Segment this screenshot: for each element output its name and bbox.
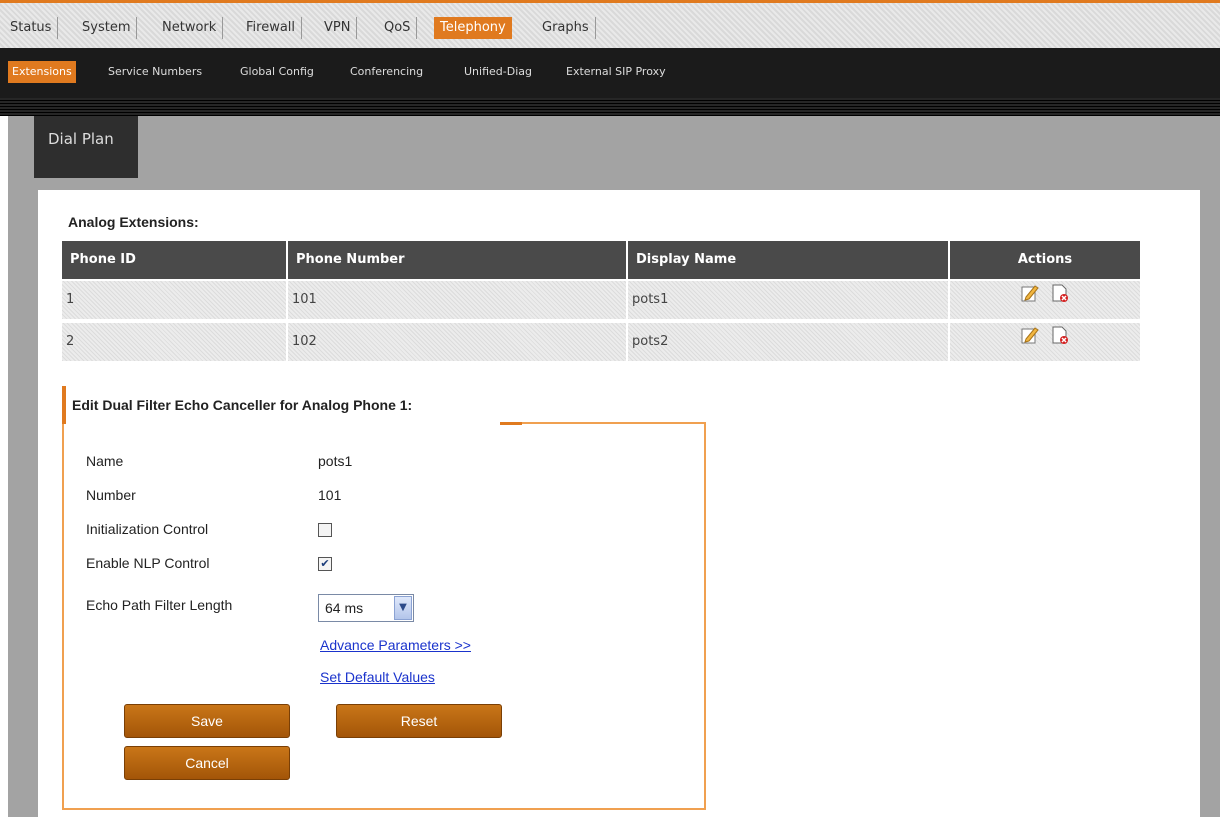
advance-parameters-link[interactable]: Advance Parameters >> — [320, 637, 471, 653]
tab-qos[interactable]: QoS — [378, 17, 418, 39]
analog-extensions-table: Phone ID Phone Number Display Name Actio… — [62, 241, 1140, 363]
nlp-control-label: Enable NLP Control — [86, 555, 210, 571]
column-header-phone-id: Phone ID — [62, 241, 286, 279]
tab-vpn[interactable]: VPN — [318, 17, 358, 39]
subtab-conferencing[interactable]: Conferencing — [346, 61, 427, 83]
init-control-label: Initialization Control — [86, 521, 209, 537]
cell-display-name: pots2 — [628, 323, 948, 361]
delete-icon[interactable] — [1050, 281, 1070, 319]
table-row: 1 101 pots1 — [62, 281, 1140, 321]
tab-system[interactable]: System — [76, 17, 138, 39]
nav-stripe — [0, 98, 1220, 116]
cell-phone-number: 102 — [288, 323, 626, 361]
column-header-phone-number: Phone Number — [288, 241, 626, 279]
subtab-external-sip-proxy[interactable]: External SIP Proxy — [562, 61, 670, 83]
column-header-display-name: Display Name — [628, 241, 948, 279]
tab-firewall[interactable]: Firewall — [240, 17, 303, 39]
tab-network[interactable]: Network — [156, 17, 224, 39]
name-label: Name — [86, 453, 124, 469]
subtab-global-config[interactable]: Global Config — [236, 61, 318, 83]
init-control-checkbox[interactable] — [318, 523, 332, 537]
reset-button[interactable]: Reset — [336, 704, 502, 738]
tab-dial-plan[interactable]: Dial Plan — [34, 116, 138, 178]
cell-actions — [950, 323, 1140, 361]
delete-icon[interactable] — [1050, 323, 1070, 361]
cell-display-name: pots1 — [628, 281, 948, 319]
tab-graphs[interactable]: Graphs — [536, 17, 596, 39]
nlp-control-checkbox[interactable]: ✔ — [318, 557, 332, 571]
subtab-service-numbers[interactable]: Service Numbers — [104, 61, 206, 83]
cell-actions — [950, 281, 1140, 319]
cell-phone-id: 1 — [62, 281, 286, 319]
edit-icon[interactable] — [1020, 281, 1040, 319]
edit-icon[interactable] — [1020, 323, 1040, 361]
set-default-values-link[interactable]: Set Default Values — [320, 669, 435, 685]
chevron-down-icon: ▼ — [394, 596, 412, 620]
column-header-actions: Actions — [950, 241, 1140, 279]
save-button[interactable]: Save — [124, 704, 290, 738]
tab-status[interactable]: Status — [4, 17, 59, 39]
edit-panel-accent — [62, 386, 66, 424]
edit-panel-title: Edit Dual Filter Echo Canceller for Anal… — [72, 397, 413, 413]
cell-phone-number: 101 — [288, 281, 626, 319]
tab-telephony[interactable]: Telephony — [434, 17, 512, 39]
subtab-extensions[interactable]: Extensions — [8, 61, 76, 83]
cell-phone-id: 2 — [62, 323, 286, 361]
name-value: pots1 — [318, 453, 353, 469]
table-header: Phone ID Phone Number Display Name Actio… — [62, 241, 1140, 279]
sub-nav-bar: Extensions Service Numbers Global Config… — [0, 48, 1220, 116]
filter-length-value: 64 ms — [325, 600, 364, 616]
cancel-button[interactable]: Cancel — [124, 746, 290, 780]
subtab-unified-diag[interactable]: Unified-Diag — [460, 61, 536, 83]
number-value: 101 — [318, 487, 342, 503]
analog-extensions-title: Analog Extensions: — [68, 214, 199, 230]
top-nav-bar: Status System Network Firewall VPN QoS T… — [0, 0, 1220, 48]
filter-length-select[interactable]: 64 ms ▼ — [318, 594, 414, 622]
number-label: Number — [86, 487, 136, 503]
table-row: 2 102 pots2 — [62, 323, 1140, 363]
filter-length-label: Echo Path Filter Length — [86, 597, 233, 613]
